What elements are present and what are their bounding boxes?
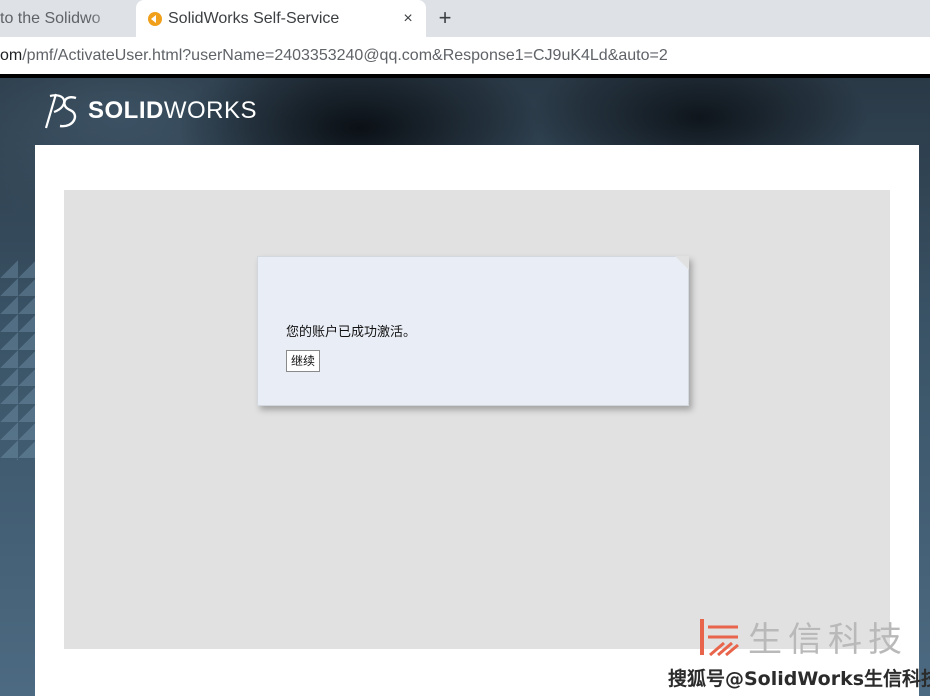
logo-wordmark: SOLIDWORKS — [88, 97, 258, 124]
url-text: om/pmf/ActivateUser.html?userName=240335… — [0, 37, 668, 74]
close-tab-icon[interactable]: × — [396, 10, 420, 28]
url-host: om — [0, 47, 23, 64]
tab-title: SolidWorks Self-Service — [168, 9, 340, 27]
watermark-credit: 搜狐号@SolidWorks生信科技 — [668, 668, 930, 690]
favicon-icon — [148, 11, 162, 26]
new-tab-button[interactable]: + — [432, 4, 458, 32]
tab-inactive[interactable]: to the Solidwo — [0, 0, 120, 37]
url-path: /pmf/ActivateUser.html?userName=24033532… — [22, 47, 668, 64]
watermark-logo-icon — [700, 618, 739, 656]
continue-button[interactable]: 继续 — [286, 350, 321, 372]
watermark: 生信科技 — [698, 612, 908, 661]
solidworks-logo[interactable]: SOLIDWORKS — [40, 88, 257, 134]
ds-logo-icon — [44, 93, 77, 129]
activation-message-card: 您的账户已成功激活。 继续 — [257, 256, 689, 406]
background-pattern — [0, 260, 36, 460]
tab-active[interactable]: SolidWorks Self-Service × — [136, 0, 426, 37]
folded-corner — [675, 256, 689, 270]
address-bar[interactable]: om/pmf/ActivateUser.html?userName=240335… — [0, 37, 930, 75]
activation-message: 您的账户已成功激活。 — [286, 325, 417, 340]
watermark-text: 生信科技 — [748, 620, 908, 660]
tab-strip: to the Solidwo SolidWorks Self-Service ×… — [0, 0, 930, 37]
